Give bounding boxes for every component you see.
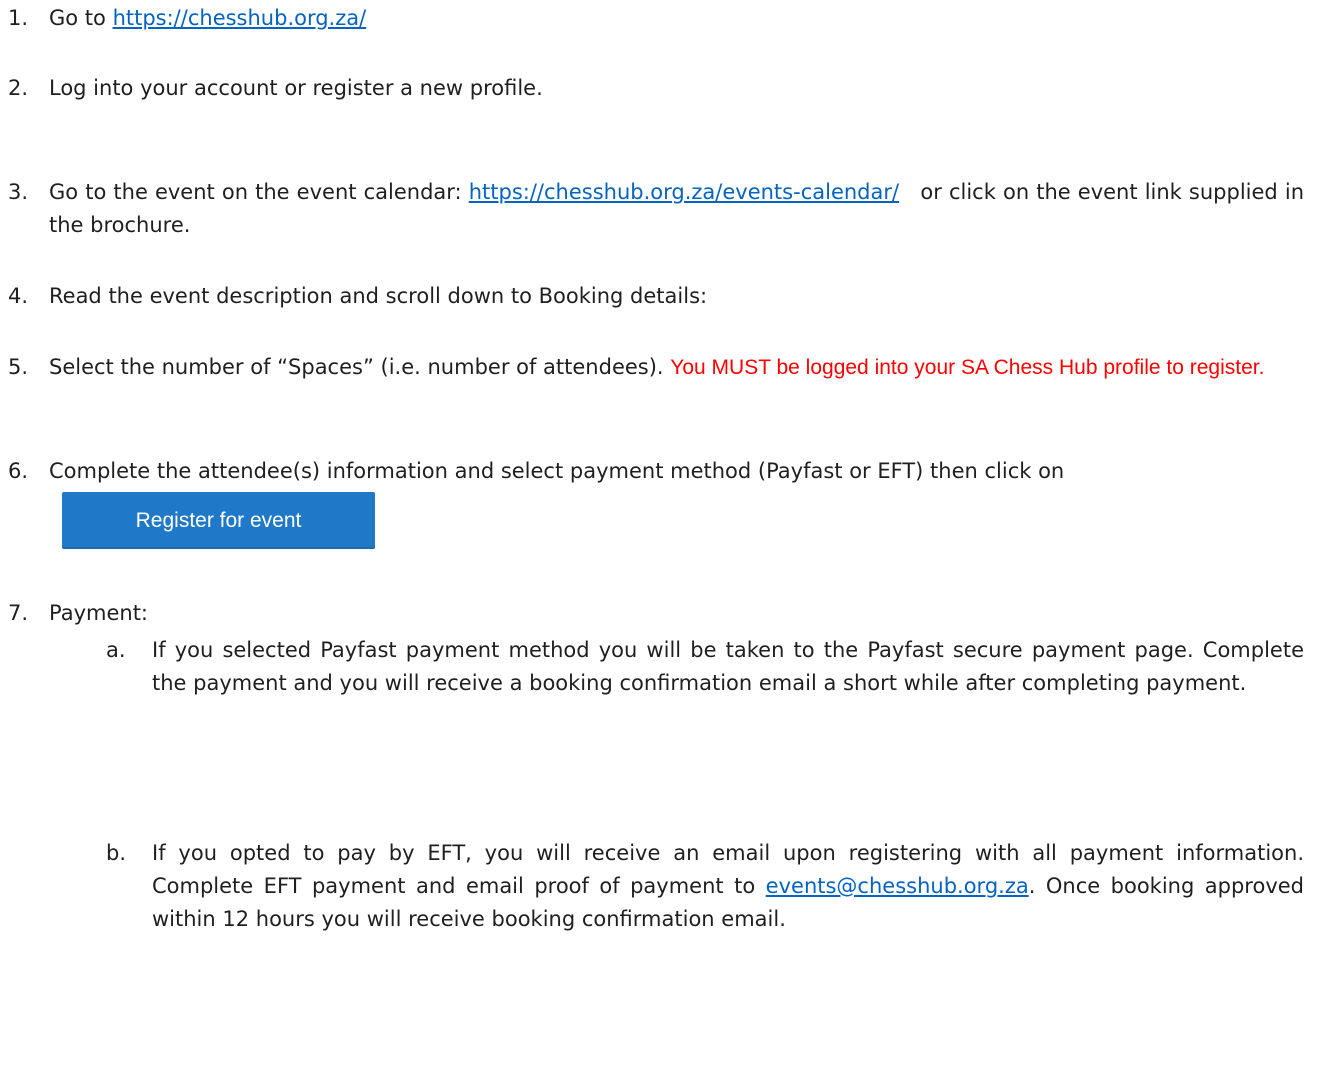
step-number: 6. bbox=[8, 459, 29, 483]
events-calendar-link[interactable]: https://chesshub.org.za/events-calendar/ bbox=[469, 180, 899, 204]
step-text: Select the number of “Spaces” (i.e. numb… bbox=[49, 355, 671, 379]
step-text: Go to bbox=[49, 6, 113, 30]
step-body: Read the event description and scroll do… bbox=[49, 280, 1304, 313]
step-body: Complete the attendee(s) information and… bbox=[49, 455, 1304, 549]
step-text: Complete the attendee(s) information and… bbox=[49, 459, 1065, 483]
substep-body: If you opted to pay by EFT, you will rec… bbox=[152, 837, 1304, 936]
chesshub-link[interactable]: https://chesshub.org.za/ bbox=[113, 6, 367, 30]
substep-body: If you selected Payfast payment method y… bbox=[152, 634, 1304, 700]
step-number: 5. bbox=[8, 355, 29, 379]
step-number: 1. bbox=[8, 6, 29, 30]
register-for-event-button[interactable]: Register for event bbox=[62, 492, 375, 549]
step-5: 5. Select the number of “Spaces” (i.e. n… bbox=[0, 351, 1304, 384]
step-4: 4. Read the event description and scroll… bbox=[0, 280, 1304, 313]
step-body: Go to the event on the event calendar: h… bbox=[49, 176, 1304, 242]
step-3: 3. Go to the event on the event calendar… bbox=[0, 176, 1304, 242]
step-number: 2. bbox=[8, 76, 29, 100]
step-text: Go to the event on the event calendar: bbox=[49, 180, 469, 204]
step-number: 7. bbox=[8, 601, 29, 625]
login-warning: You MUST be logged into your SA Chess Hu… bbox=[670, 356, 1265, 379]
step-body: Payment: bbox=[49, 597, 1304, 630]
step-number: 4. bbox=[8, 284, 29, 308]
substep-b: b. If you opted to pay by EFT, you will … bbox=[0, 837, 1304, 936]
step-number: 3. bbox=[8, 180, 29, 204]
step-1: 1. Go to https://chesshub.org.za/ bbox=[0, 2, 1304, 35]
step-6: 6. Complete the attendee(s) information … bbox=[0, 455, 1304, 549]
substep-letter: b. bbox=[106, 841, 127, 865]
step-text: Read the event description and scroll do… bbox=[49, 284, 708, 308]
step-body: Log into your account or register a new … bbox=[49, 72, 1304, 105]
substep-text: If you selected Payfast payment method y… bbox=[152, 638, 1304, 695]
step-body: Go to https://chesshub.org.za/ bbox=[49, 2, 1304, 35]
step-body: Select the number of “Spaces” (i.e. numb… bbox=[49, 351, 1304, 384]
step-text: Log into your account or register a new … bbox=[49, 76, 543, 100]
step-2: 2. Log into your account or register a n… bbox=[0, 72, 1304, 105]
button-row: Register for event bbox=[49, 488, 1304, 549]
substep-letter: a. bbox=[106, 638, 126, 662]
substep-a: a. If you selected Payfast payment metho… bbox=[0, 634, 1304, 700]
step-7: 7. Payment: bbox=[0, 597, 1304, 630]
step-text: Payment: bbox=[49, 601, 149, 625]
events-email-link[interactable]: events@chesshub.org.za bbox=[766, 874, 1029, 898]
